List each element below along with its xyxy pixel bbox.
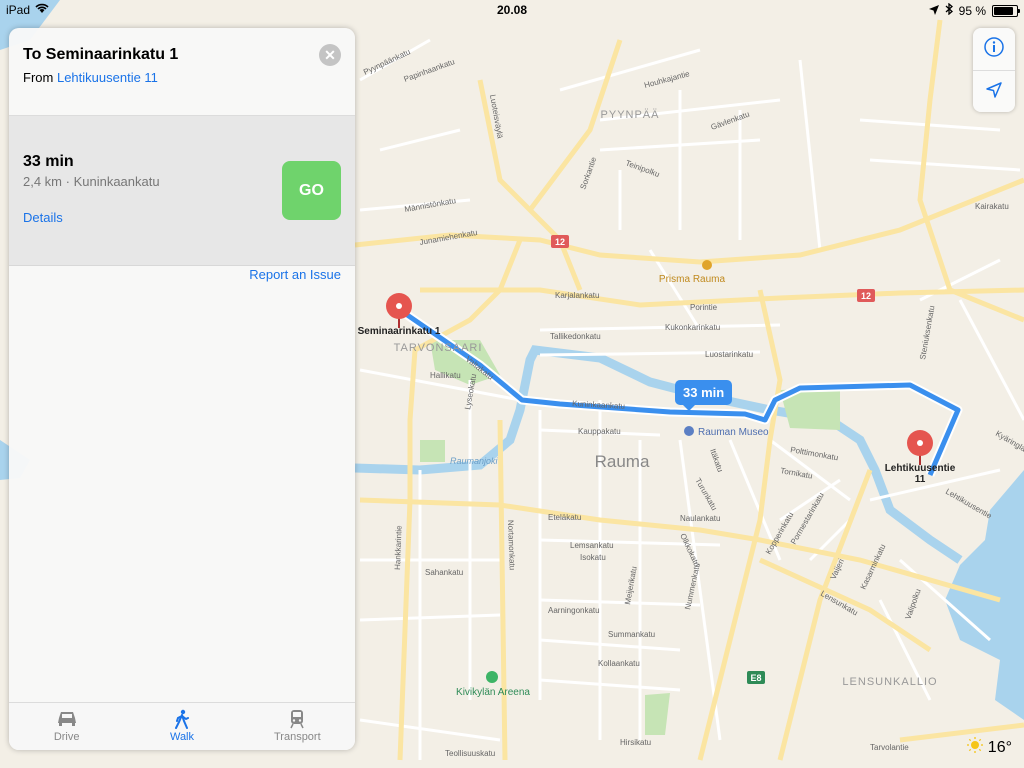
svg-text:Kairakatu: Kairakatu [975, 202, 1009, 211]
tab-label: Walk [169, 731, 195, 743]
svg-text:Karjalankatu: Karjalankatu [555, 291, 599, 300]
status-time: 20.08 [496, 3, 528, 17]
svg-text:Seminaarinkatu 1: Seminaarinkatu 1 [358, 326, 441, 337]
svg-text:Naulankatu: Naulankatu [680, 514, 720, 523]
svg-text:Tallikedonkatu: Tallikedonkatu [550, 332, 601, 341]
location-arrow-icon [928, 4, 939, 18]
svg-text:Nortamonkatu: Nortamonkatu [506, 520, 517, 571]
report-issue-link[interactable]: Report an Issue [249, 267, 341, 282]
from-label: From [23, 70, 54, 85]
panel-header: To Seminaarinkatu 1 From Lehtikuusentie … [9, 28, 355, 116]
svg-text:Kollaankatu: Kollaankatu [598, 659, 640, 668]
tab-label: Drive [53, 731, 80, 743]
status-bar: iPad 20.08 95 % [0, 0, 1024, 20]
svg-text:Aarningonkatu: Aarningonkatu [548, 606, 600, 615]
svg-text:Prisma Rauma: Prisma Rauma [659, 274, 726, 285]
river-label: Raumanjoki [450, 456, 499, 466]
tab-transport[interactable]: Transport [240, 703, 355, 750]
walk-icon [124, 709, 239, 729]
svg-text:Sahankatu: Sahankatu [425, 568, 463, 577]
svg-text:Lehtikuusentie: Lehtikuusentie [885, 463, 956, 474]
destination-title: To Seminaarinkatu 1 [23, 46, 179, 63]
tab-label: Transport [273, 731, 321, 743]
svg-text:Kivikylän Areena: Kivikylän Areena [456, 687, 530, 698]
svg-text:Eteläkatu: Eteläkatu [548, 513, 581, 522]
district-label: TARVONSAARI [394, 342, 483, 354]
tab-drive[interactable]: Drive [9, 703, 124, 750]
svg-text:E8: E8 [750, 673, 761, 683]
transport-mode-tabbar: Drive Walk Transport [9, 702, 355, 750]
district-label: PYYNPÄÄ [601, 109, 660, 121]
car-icon [9, 709, 124, 729]
road-shield-e8: E8 [747, 671, 765, 684]
svg-text:Kukonkarinkatu: Kukonkarinkatu [665, 323, 720, 332]
battery-percent: 95 % [958, 3, 986, 18]
road-shield-12: 12 [551, 235, 569, 248]
battery-icon [992, 4, 1020, 17]
svg-text:12: 12 [555, 237, 565, 247]
svg-text:Isokatu: Isokatu [580, 553, 606, 562]
bluetooth-icon [945, 2, 953, 18]
weather-indicator: 16° [966, 737, 1012, 758]
details-link[interactable]: Details [23, 210, 63, 225]
svg-text:Luostarinkatu: Luostarinkatu [705, 350, 753, 359]
tab-walk[interactable]: Walk [124, 703, 239, 750]
close-icon: ✕ [324, 47, 336, 63]
svg-text:Rauman Museo: Rauman Museo [698, 427, 769, 438]
sun-icon [966, 737, 983, 758]
svg-text:Hirsikatu: Hirsikatu [620, 738, 651, 747]
map-controls [973, 28, 1015, 112]
road-shield-12: 12 [857, 289, 875, 302]
go-button[interactable]: GO [282, 161, 341, 220]
svg-text:Porintie: Porintie [690, 303, 718, 312]
route-summary: 2,4 km · Kuninkaankatu [23, 174, 160, 189]
svg-text:Kauppakatu: Kauppakatu [578, 427, 621, 436]
train-icon [240, 709, 355, 729]
directions-panel: To Seminaarinkatu 1 From Lehtikuusentie … [9, 28, 355, 750]
svg-text:Lemsankatu: Lemsankatu [570, 541, 614, 550]
svg-text:Summankatu: Summankatu [608, 630, 655, 639]
route-card[interactable]: 33 min 2,4 km · Kuninkaankatu Details GO [9, 116, 355, 266]
svg-text:11: 11 [915, 474, 926, 485]
svg-text:Hankkarintie: Hankkarintie [393, 525, 404, 570]
current-location-button[interactable] [973, 70, 1015, 113]
location-arrow-icon [985, 81, 1003, 104]
svg-text:Tarvolantie: Tarvolantie [870, 743, 909, 752]
temperature-label: 16° [987, 738, 1012, 756]
close-button[interactable]: ✕ [319, 44, 341, 66]
svg-text:Teollisuuskatu: Teollisuuskatu [445, 749, 495, 758]
svg-text:Hallikatu: Hallikatu [430, 371, 461, 380]
city-label: Rauma [595, 452, 650, 471]
eta-bubble[interactable]: 33 min [675, 380, 733, 411]
origin-line: From Lehtikuusentie 11 [23, 70, 341, 85]
info-button[interactable] [973, 28, 1015, 70]
district-label: LENSUNKALLIO [842, 676, 937, 688]
origin-link[interactable]: Lehtikuusentie 11 [57, 70, 158, 85]
svg-text:12: 12 [861, 291, 871, 301]
park [420, 440, 445, 462]
info-icon [983, 36, 1005, 63]
route-duration: 33 min [23, 153, 74, 170]
